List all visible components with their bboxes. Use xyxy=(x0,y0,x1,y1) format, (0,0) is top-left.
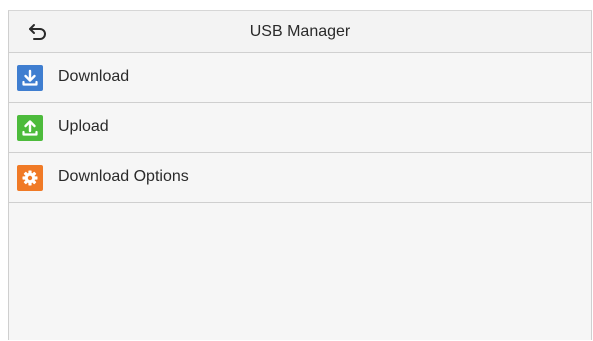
menu-item-download-options[interactable]: Download Options xyxy=(9,153,591,203)
menu-item-download[interactable]: Download xyxy=(9,53,591,103)
gear-icon xyxy=(17,165,43,191)
page-title: USB Manager xyxy=(249,23,351,40)
usb-manager-screen: USB Manager Download Upload Download Opt… xyxy=(8,10,592,340)
menu-item-label: Download xyxy=(58,68,130,85)
menu-item-label: Download Options xyxy=(58,168,189,185)
header-bar: USB Manager xyxy=(9,11,591,53)
upload-icon xyxy=(17,115,43,141)
menu-item-upload[interactable]: Upload xyxy=(9,103,591,153)
download-icon xyxy=(17,65,43,91)
menu-item-label: Upload xyxy=(58,118,109,135)
